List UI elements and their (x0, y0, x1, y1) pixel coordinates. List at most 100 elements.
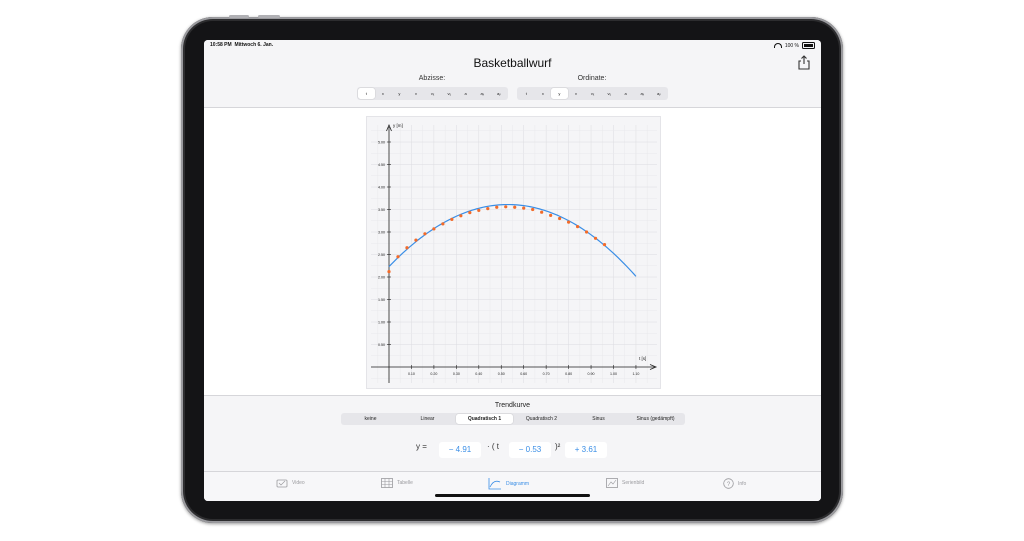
ordinate-option-4[interactable]: vₓ (584, 88, 601, 99)
data-point (477, 208, 481, 212)
y-tick-label: 0.50 (378, 343, 385, 347)
ordinate-option-7[interactable]: aₓ (634, 88, 651, 99)
app-screen: 10:58 PM Mittwoch 6. Jan. 100 % Basketba… (204, 40, 821, 501)
tab-chart-label: Diagramm (506, 481, 530, 487)
ordinate-option-8[interactable]: aᵧ (651, 88, 668, 99)
data-point (405, 246, 409, 250)
tab-chart[interactable]: Diagramm (488, 478, 529, 490)
home-indicator (435, 494, 590, 497)
ordinate-option-3[interactable]: v (568, 88, 585, 99)
equation-prefix: y = (416, 442, 427, 451)
tab-info[interactable]: ? Info (723, 478, 746, 489)
svg-text:?: ? (727, 482, 731, 488)
data-point (486, 207, 490, 211)
data-point (468, 211, 472, 215)
abscissa-option-3[interactable]: v (408, 88, 425, 99)
data-point (459, 214, 463, 218)
y-tick-label: 1.00 (378, 320, 385, 324)
y-tick-label: 4.00 (378, 185, 385, 189)
data-point (513, 205, 517, 209)
tab-bar: Video Tabelle Diagramm Serienbild ? Info (204, 471, 821, 501)
abscissa-segmented-control: t x y v vₓ vᵧ a aₓ aᵧ (357, 87, 508, 100)
abscissa-option-1[interactable]: x (375, 88, 392, 99)
data-point (593, 236, 598, 240)
abscissa-option-8[interactable]: aᵧ (491, 88, 508, 99)
data-point (387, 270, 391, 274)
tab-series-image-label: Serienbild (622, 480, 645, 486)
y-tick-label: 4.50 (378, 163, 385, 167)
coefficient-c-field[interactable]: + 3.61 (565, 442, 607, 458)
data-point (522, 206, 526, 210)
x-tick-label: 1.00 (610, 372, 617, 376)
abscissa-option-5[interactable]: vᵧ (441, 88, 458, 99)
data-point (423, 232, 427, 236)
trend-option-5[interactable]: Sinus (gedämpft) (627, 414, 684, 424)
y-tick-label: 3.00 (378, 230, 385, 234)
x-axis-label: t [s] (639, 356, 646, 361)
abscissa-option-4[interactable]: vₓ (424, 88, 441, 99)
data-point (602, 243, 607, 247)
x-tick-label: 0.80 (565, 372, 572, 376)
data-point (504, 205, 508, 209)
data-point (584, 230, 589, 234)
chart-area: y [m] t [s] 0.10 0.20 0.30 0.40 0.50 0.60 0.70 0.… (366, 116, 661, 389)
x-tick-label: 1.10 (632, 372, 639, 376)
page-title: Basketballwurf (473, 56, 552, 70)
equation-mid: · ( t (487, 442, 499, 451)
tab-series-image[interactable]: Serienbild (606, 478, 644, 488)
x-tick-label: 0.20 (430, 372, 437, 376)
y-tick-label: 3.50 (378, 208, 385, 212)
trend-segmented-control: keine Linear Quadratisch 1 Quadratisch 2 Sin… (341, 413, 685, 425)
x-tick-label: 0.90 (588, 372, 595, 376)
trend-option-0[interactable]: keine (342, 414, 399, 424)
coefficient-a-field[interactable]: − 4.91 (439, 442, 481, 458)
y-axis-label: y [m] (393, 123, 403, 128)
table-icon (381, 478, 393, 488)
abscissa-option-7[interactable]: aₓ (474, 88, 491, 99)
tab-info-label: Info (738, 480, 747, 487)
share-icon[interactable] (797, 55, 811, 70)
ordinate-segmented-control: t x y v vₓ vᵧ a aₓ aᵧ (517, 87, 668, 100)
trend-option-4[interactable]: Sinus (570, 414, 627, 424)
x-tick-label: 0.60 (520, 372, 527, 376)
wifi-icon (773, 43, 782, 48)
ordinate-label: Ordinate: (577, 75, 607, 82)
data-point (396, 255, 400, 259)
abscissa-option-0[interactable]: t (358, 88, 375, 99)
trend-option-3[interactable]: Quadratisch 2 (513, 414, 570, 424)
trend-option-2[interactable]: Quadratisch 1 (456, 414, 513, 424)
battery-icon (802, 42, 815, 49)
trajectory-chart: y [m] t [s] 0.10 0.20 0.30 0.40 0.50 0.60 0.70 0.… (371, 123, 658, 383)
abscissa-option-2[interactable]: y (391, 88, 408, 99)
tab-table[interactable]: Tabelle (381, 478, 413, 488)
chart-icon (488, 478, 501, 490)
status-time-date: 10:58 PM Mittwoch 6. Jan. (210, 42, 274, 48)
y-tick-label: 2.50 (378, 253, 385, 257)
trend-label: Trendkurve (494, 402, 531, 409)
data-point (549, 213, 553, 217)
battery-percent: 100 % (784, 42, 799, 49)
volume-button (258, 15, 280, 18)
video-icon (276, 479, 288, 488)
ordinate-option-1[interactable]: x (535, 88, 552, 99)
volume-button (229, 15, 249, 18)
tab-video[interactable]: Video (276, 478, 305, 488)
x-tick-label: 0.50 (498, 372, 505, 376)
ordinate-option-2[interactable]: y (551, 88, 568, 99)
trend-option-1[interactable]: Linear (399, 414, 456, 424)
ordinate-option-0[interactable]: t (518, 88, 535, 99)
data-point (441, 222, 445, 226)
header: 10:58 PM Mittwoch 6. Jan. 100 % Basketba… (204, 40, 821, 108)
ordinate-option-5[interactable]: vᵧ (601, 88, 618, 99)
ordinate-option-6[interactable]: a (617, 88, 634, 99)
series-image-icon (606, 478, 618, 488)
data-point (450, 217, 454, 221)
y-tick-label: 5.00 (378, 140, 385, 144)
abscissa-option-6[interactable]: a (457, 88, 474, 99)
data-point (531, 207, 535, 212)
status-indicators: 100 % (773, 42, 815, 49)
x-tick-label: 0.70 (543, 372, 550, 376)
y-tick-label: 1.50 (378, 298, 385, 302)
coefficient-b-field[interactable]: − 0.53 (509, 442, 551, 458)
tab-video-label: Video (292, 480, 305, 486)
